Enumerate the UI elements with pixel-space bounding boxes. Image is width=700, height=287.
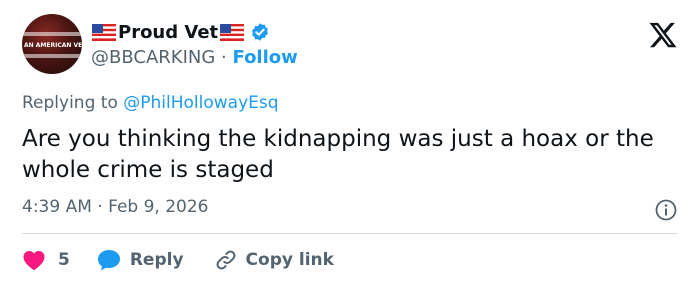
reply-label: Reply <box>129 250 184 270</box>
info-icon[interactable] <box>654 198 678 222</box>
x-logo-icon[interactable] <box>648 20 678 50</box>
tweet-time: 4:39 AM <box>22 197 92 217</box>
reply-button[interactable]: Reply <box>96 248 214 272</box>
avatar-stripe <box>22 32 82 36</box>
reply-context: Replying to @PhilHollowayEsq <box>22 93 279 113</box>
copy-link-button[interactable]: Copy link <box>214 248 334 272</box>
us-flag-icon <box>220 23 245 41</box>
verified-badge-icon <box>252 23 269 41</box>
tweet-text: Are you thinking the kidnapping was just… <box>22 126 654 183</box>
like-button[interactable]: 5 <box>22 249 96 271</box>
follow-button[interactable]: Follow <box>233 47 298 68</box>
reply-mention-link[interactable]: @PhilHollowayEsq <box>123 93 278 113</box>
avatar-text: AN AMERICAN VETERAN <box>24 42 82 49</box>
like-count: 5 <box>58 250 70 270</box>
heart-icon <box>23 251 45 271</box>
link-icon <box>216 250 236 270</box>
author-name-row: Proud Vet <box>90 17 270 47</box>
tweet-date: Feb 9, 2026 <box>108 197 209 217</box>
avatar[interactable]: AN AMERICAN VETERAN <box>22 14 82 74</box>
reply-prefix: Replying to <box>22 93 118 113</box>
avatar-stripe <box>22 54 82 58</box>
reply-bubble-icon <box>97 250 120 271</box>
us-flag-icon <box>92 23 116 41</box>
author-handle[interactable]: @BBCARKING <box>91 47 215 68</box>
tweet-timestamp[interactable]: 4:39 AM · Feb 9, 2026 <box>22 197 209 217</box>
author-handle-row: @BBCARKING · Follow <box>91 47 298 68</box>
copy-link-label: Copy link <box>245 250 334 270</box>
author-display-name[interactable]: Proud Vet <box>118 22 218 43</box>
action-bar: 5 Reply Copy link <box>22 245 334 275</box>
divider <box>22 233 678 234</box>
timestamp-separator: · <box>97 197 103 217</box>
handle-separator: · <box>221 47 227 68</box>
